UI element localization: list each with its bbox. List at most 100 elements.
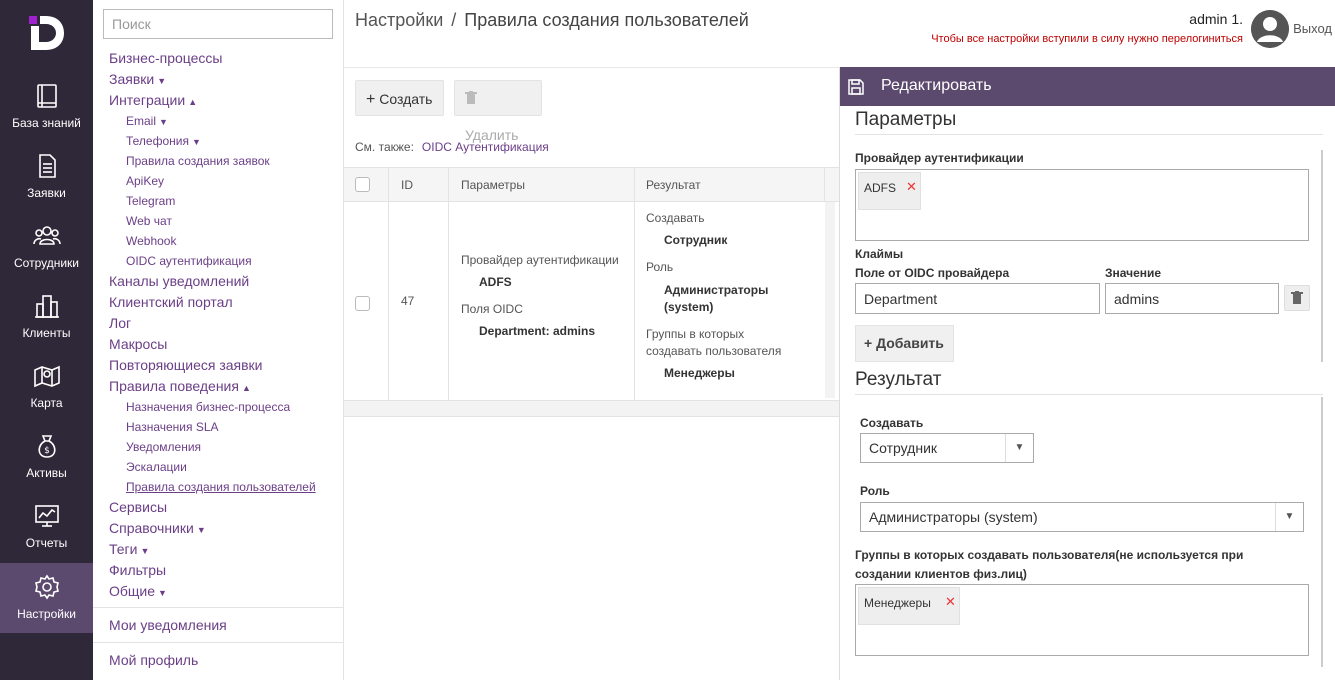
- params-section-title: Параметры: [855, 109, 957, 130]
- table-header: ID Параметры Результат: [344, 168, 839, 202]
- create-type-select[interactable]: Сотрудник ▼: [860, 433, 1034, 463]
- tree-item-user-creation-rules[interactable]: Правила создания пользователей: [93, 477, 344, 497]
- avatar[interactable]: [1251, 10, 1289, 48]
- tree-item-label: Правила поведения: [109, 378, 239, 394]
- select-all-checkbox[interactable]: [355, 177, 370, 192]
- divider: [93, 607, 344, 608]
- tree-item-general[interactable]: Общие ▼: [93, 581, 344, 602]
- nav-map[interactable]: Карта: [0, 362, 93, 432]
- tree-item-directories[interactable]: Справочники ▼: [93, 518, 344, 539]
- panel-scrollbar[interactable]: [1321, 397, 1323, 667]
- table-row[interactable]: 47 Провайдер аутентификации ADFS Поля OI…: [344, 202, 839, 401]
- nav-reports[interactable]: Отчеты: [0, 502, 93, 572]
- svg-text:$: $: [44, 446, 50, 456]
- tree-item-business-processes[interactable]: Бизнес-процессы: [93, 48, 344, 69]
- tree-item-webchat[interactable]: Web чат: [93, 211, 344, 231]
- tree-item-bp-assignments[interactable]: Назначения бизнес-процесса: [93, 397, 344, 417]
- tree-item-integrations[interactable]: Интеграции ▲: [93, 90, 344, 111]
- tree-item-notifications[interactable]: Уведомления: [93, 437, 344, 457]
- tree-item-tags[interactable]: Теги ▼: [93, 539, 344, 560]
- tree-item-notification-channels[interactable]: Каналы уведомлений: [93, 271, 344, 292]
- column-header-id[interactable]: ID: [401, 168, 413, 202]
- tree-item-requests[interactable]: Заявки ▼: [93, 69, 344, 90]
- trash-icon: [1291, 291, 1303, 304]
- nav-assets[interactable]: $ Активы: [0, 432, 93, 502]
- people-icon: [32, 226, 61, 245]
- create-button[interactable]: + Создать: [355, 80, 444, 116]
- nav-employees[interactable]: Сотрудники: [0, 222, 93, 292]
- tree-item-filters[interactable]: Фильтры: [93, 560, 344, 581]
- tree-item-oidc-auth[interactable]: OIDC аутентификация: [93, 251, 344, 271]
- username: admin 1.: [1189, 11, 1243, 27]
- nav-requests[interactable]: Заявки: [0, 152, 93, 222]
- tree-item-request-rules[interactable]: Правила создания заявок: [93, 151, 344, 171]
- tree-item-services[interactable]: Сервисы: [93, 497, 344, 518]
- row-scrollbar[interactable]: [825, 202, 835, 398]
- add-claim-label: Добавить: [876, 335, 944, 351]
- oidc-field-input[interactable]: [855, 283, 1100, 314]
- tree-item-telegram[interactable]: Telegram: [93, 191, 344, 211]
- remove-tag-icon[interactable]: ✕: [945, 594, 956, 610]
- claims-label: Клаймы: [855, 247, 904, 261]
- nav-label: Заявки: [27, 186, 66, 200]
- column-header-result[interactable]: Результат: [646, 168, 701, 202]
- tree-item-email[interactable]: Email ▼: [93, 111, 344, 131]
- remove-tag-icon[interactable]: ✕: [906, 179, 917, 195]
- row-create-label: Создавать: [646, 211, 705, 225]
- main-nav: База знаний Заявки Сотрудники Клиенты Ка…: [0, 0, 93, 680]
- divider: [855, 394, 1323, 395]
- row-groups-label-2: создавать пользователя: [646, 344, 782, 358]
- nav-knowledge-base[interactable]: База знаний: [0, 82, 93, 152]
- column-divider: [388, 168, 389, 202]
- caret-up-icon: ▲: [188, 97, 198, 107]
- result-section-title: Результат: [855, 369, 942, 390]
- tree-item-macros[interactable]: Макросы: [93, 334, 344, 355]
- tree-item-label: Справочники: [109, 520, 194, 536]
- settings-tree: Бизнес-процессы Заявки▼ Интеграции▲ Emai…: [93, 0, 344, 680]
- row-role-value: Администраторы: [664, 283, 769, 297]
- oidc-field-label: Поле от OIDC провайдера: [855, 266, 1010, 280]
- nav-label: Активы: [26, 466, 67, 480]
- row-provider-label: Провайдер аутентификации: [461, 253, 619, 267]
- select-value: Сотрудник: [869, 440, 938, 456]
- nav-label: Настройки: [17, 607, 76, 621]
- tree-item-label: Заявки: [109, 71, 155, 87]
- save-icon[interactable]: [848, 79, 864, 95]
- see-also-oidc-link[interactable]: OIDC Аутентификация: [422, 140, 549, 154]
- tree-item-telephony[interactable]: Телефония ▼: [93, 131, 344, 151]
- groups-label: Группы в которых создавать пользователя(…: [855, 548, 1244, 562]
- column-divider: [388, 202, 389, 401]
- delete-button[interactable]: Удалить: [454, 80, 542, 143]
- search-input[interactable]: [103, 9, 333, 39]
- tree-item-escalations[interactable]: Эскалации: [93, 457, 344, 477]
- breadcrumb-root[interactable]: Настройки: [355, 10, 443, 30]
- chevron-down-icon: ▼: [1005, 434, 1033, 462]
- user-box: admin 1. Чтобы все настройки вступили в …: [915, 0, 1335, 60]
- tree-item-recurring-requests[interactable]: Повторяющиеся заявки: [93, 355, 344, 376]
- remove-claim-button[interactable]: [1284, 285, 1310, 311]
- tree-item-my-notifications[interactable]: Мои уведомления: [93, 613, 344, 637]
- group-tag: Менеджеры ✕: [858, 587, 960, 625]
- column-header-params[interactable]: Параметры: [461, 168, 525, 202]
- row-checkbox[interactable]: [355, 296, 370, 311]
- nav-settings[interactable]: Настройки: [0, 563, 93, 633]
- tree-item-sla-assignments[interactable]: Назначения SLA: [93, 417, 344, 437]
- add-claim-button[interactable]: + Добавить: [855, 325, 954, 362]
- tree-item-apikey[interactable]: ApiKey: [93, 171, 344, 191]
- tree-item-behavior-rules[interactable]: Правила поведения ▲: [93, 376, 344, 397]
- tree-item-webhook[interactable]: Webhook: [93, 231, 344, 251]
- tree-item-my-profile[interactable]: Мой профиль: [93, 648, 344, 672]
- groups-tag-input[interactable]: Менеджеры ✕: [855, 584, 1309, 656]
- tree-item-client-portal[interactable]: Клиентский портал: [93, 292, 344, 313]
- role-select[interactable]: Администраторы (system) ▼: [860, 502, 1304, 532]
- nav-clients[interactable]: Клиенты: [0, 292, 93, 362]
- map-icon: [33, 365, 60, 388]
- book-icon: [36, 84, 57, 108]
- caret-down-icon: ▼: [191, 137, 201, 147]
- claim-value-input[interactable]: [1105, 283, 1279, 314]
- panel-scrollbar[interactable]: [1321, 150, 1323, 362]
- tree-item-log[interactable]: Лог: [93, 313, 344, 334]
- row-provider-value: ADFS: [479, 275, 512, 289]
- logout-link[interactable]: Выход: [1293, 21, 1332, 36]
- provider-tag-input[interactable]: ADFS ✕: [855, 169, 1309, 241]
